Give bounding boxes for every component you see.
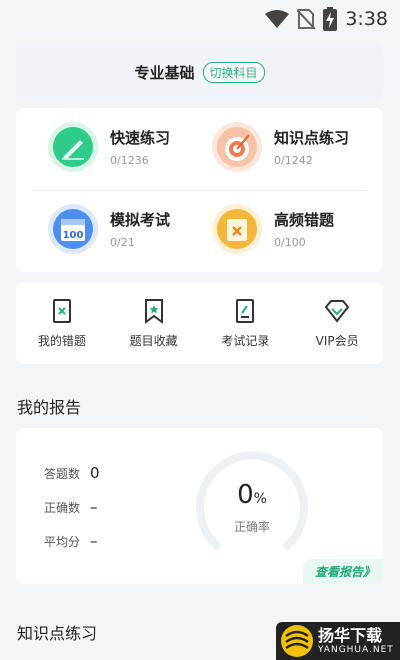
clock: 3:38: [345, 8, 388, 30]
exam-record-button[interactable]: 考试记录: [200, 282, 292, 364]
stat-value: –: [90, 498, 98, 516]
quick-practice-item[interactable]: 快速练习 0/1236: [48, 122, 170, 172]
correct-stat: 正确数 –: [44, 498, 98, 516]
knowledge-practice-item[interactable]: 知识点练习 0/1242: [212, 122, 349, 172]
practice-count: 0/1236: [110, 154, 149, 167]
switch-subject-button[interactable]: 切换科目: [202, 61, 265, 83]
exam-record-icon: [236, 298, 255, 323]
svg-text:100: 100: [63, 230, 84, 241]
wrong-book-icon: [52, 298, 71, 323]
stat-label: 平均分: [44, 534, 81, 549]
status-bar: 3:38: [0, 0, 400, 36]
practice-count: 0/21: [110, 236, 135, 249]
watermark-logo: 扬华下载 YANGHUA.NET: [276, 622, 400, 660]
diamond-icon: [324, 299, 350, 323]
battery-charging-icon: [323, 7, 338, 31]
stat-label: 答题数: [44, 466, 81, 481]
stat-value: 0: [90, 464, 100, 482]
practice-title: 模拟考试: [110, 211, 171, 229]
vip-membership-button[interactable]: VIP会员: [291, 282, 383, 364]
report-section-title: 我的报告: [17, 398, 82, 417]
tools-row: 我的错题 题目收藏 考试记录 VIP会员: [16, 282, 383, 364]
wifi-icon: [265, 10, 290, 28]
practice-title: 快速练习: [110, 129, 171, 147]
calendar-icon: 100: [48, 204, 98, 254]
stat-label: 正确数: [44, 500, 81, 515]
error-book-icon: [212, 204, 262, 254]
accuracy-percent: 0%: [192, 480, 312, 510]
practice-count: 0/1242: [274, 154, 313, 167]
tool-label: VIP会员: [315, 333, 359, 348]
frequent-errors-item[interactable]: 高频错题 0/100: [212, 204, 334, 254]
watermark-en: YANGHUA.NET: [318, 645, 394, 655]
view-report-button[interactable]: 查看报告》: [302, 559, 383, 584]
answered-stat: 答题数 0: [44, 464, 100, 482]
divider: [32, 190, 367, 191]
subject-title: 专业基础: [134, 63, 195, 82]
no-sim-icon: [297, 9, 316, 30]
practice-title: 知识点练习: [274, 129, 350, 147]
tool-label: 考试记录: [221, 333, 270, 348]
target-icon: [212, 122, 262, 172]
pencil-icon: [48, 122, 98, 172]
report-card: 答题数 0 正确数 – 平均分 – 0% 正确率 查看报告》: [16, 428, 383, 584]
bookmark-icon: [144, 298, 163, 324]
subject-header: 专业基础 切换科目: [16, 44, 383, 100]
practice-title: 高频错题: [274, 211, 335, 229]
stat-value: –: [90, 532, 98, 550]
knowledge-section-title: 知识点练习: [17, 624, 98, 643]
mock-exam-item[interactable]: 100 模拟考试 0/21: [48, 204, 170, 254]
tool-label: 我的错题: [37, 333, 86, 348]
tool-label: 题目收藏: [129, 333, 178, 348]
yanghua-logo-icon: [281, 625, 313, 657]
watermark-cn: 扬华下载: [318, 626, 383, 645]
percent-value: 0: [237, 480, 254, 510]
percent-unit: %: [253, 491, 267, 507]
accuracy-label: 正确率: [233, 520, 270, 534]
my-wrong-questions-button[interactable]: 我的错题: [16, 282, 108, 364]
question-favorites-button[interactable]: 题目收藏: [108, 282, 200, 364]
average-stat: 平均分 –: [44, 532, 98, 550]
practice-grid: 快速练习 0/1236 知识点练习 0/1242 100 模拟考试 0/21 高…: [16, 108, 383, 272]
practice-count: 0/100: [274, 236, 306, 249]
